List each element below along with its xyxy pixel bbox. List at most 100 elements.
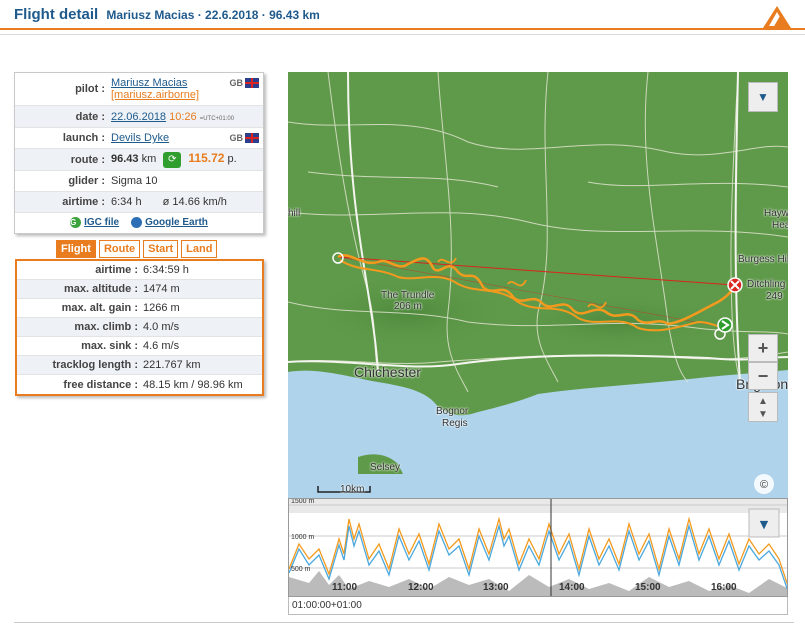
- zoom-out-button[interactable]: −: [748, 362, 778, 390]
- copyright-icon: ©: [760, 479, 768, 491]
- downs-shading: [298, 272, 518, 352]
- map-label-trundle-alt: 206 m: [394, 301, 422, 312]
- uk-flag-icon: [245, 78, 259, 88]
- map-canvas[interactable]: ©: [288, 72, 788, 498]
- zoom-in-button[interactable]: +: [748, 334, 778, 362]
- igc-download[interactable]: G IGC file: [70, 217, 119, 228]
- map-label-regis: Regis: [442, 418, 468, 429]
- igc-icon: G: [70, 217, 82, 228]
- time-label: 12:00: [408, 582, 434, 593]
- stat-label: max. altitude :: [64, 283, 138, 295]
- launch-marker-icon[interactable]: [717, 317, 733, 333]
- route-label: route :: [70, 153, 105, 166]
- downloads-row: G IGC file Google Earth: [15, 213, 263, 233]
- pilot-label: pilot :: [75, 83, 105, 95]
- page-title: Flight detail Mariusz Macias · 22.6.2018…: [14, 6, 320, 23]
- date-row: date : 22.06.2018 10:26 =UTC+01:00: [15, 106, 263, 128]
- route-row: route : 96.43 km ⟳ 115.72 p.: [15, 149, 263, 171]
- table-row: max. sink : 4.6 m/s: [17, 337, 262, 356]
- table-row: max. climb : 4.0 m/s: [17, 318, 262, 337]
- table-row: airtime : 6:34:59 h: [17, 261, 262, 280]
- detail-tabs: Flight Route Start Land: [56, 240, 218, 258]
- pan-control[interactable]: ▲ ▼: [748, 392, 778, 422]
- airtime-row: airtime : 6:34 h ø 14.66 km/h: [15, 192, 263, 213]
- stat-label: free distance :: [63, 378, 138, 391]
- google-earth-icon: [131, 217, 143, 228]
- y-axis-label: 500 m: [291, 566, 311, 573]
- layer-select-button[interactable]: ▼: [748, 82, 778, 112]
- date-link[interactable]: 22.06.2018: [111, 111, 166, 123]
- time-label: 13:00: [483, 582, 509, 593]
- route-type-icon[interactable]: ⟳: [163, 151, 182, 168]
- map-scale-label: 10km: [340, 484, 365, 495]
- airtime-value: 6:34 h: [111, 196, 142, 208]
- stat-value: 1474 m: [143, 283, 180, 295]
- time-label: 14:00: [559, 582, 585, 593]
- launch-label: launch :: [62, 132, 105, 144]
- map-label-bognor: Bognor: [436, 406, 469, 417]
- stat-value: 48.15 km / 98.96 km: [143, 378, 243, 391]
- title-sub: Mariusz Macias · 22.6.2018 · 96.43 km: [106, 8, 320, 22]
- table-row: free distance : 48.15 km / 98.96 km: [17, 375, 262, 394]
- page-header: Flight detail Mariusz Macias · 22.6.2018…: [0, 0, 805, 30]
- map-label-selsey: Selsey: [370, 462, 401, 473]
- bottom-divider: [14, 622, 794, 623]
- map-label-trundle: The Trundle: [381, 290, 435, 301]
- timezone: =UTC+01:00: [199, 115, 235, 122]
- profile-band: [289, 499, 787, 513]
- map-label-ditchling: Ditchling: [747, 279, 786, 290]
- table-row: max. altitude : 1474 m: [17, 280, 262, 299]
- launch-country-code: GB: [229, 133, 244, 143]
- map-label-burgess-hill: Burgess Hill: [738, 254, 788, 265]
- chevron-down-icon: ▼: [760, 518, 769, 531]
- time-label: 15:00: [635, 582, 661, 593]
- title-main: Flight detail: [14, 6, 99, 23]
- launch-country: GB: [229, 133, 259, 143]
- average-speed: ø 14.66 km/h: [162, 196, 227, 208]
- flight-info-card: pilot : Mariusz Macias [mariusz.airborne…: [14, 72, 264, 234]
- profile-footer: 01:00:00+01:00: [288, 597, 788, 615]
- stat-value: 4.6 m/s: [143, 340, 180, 352]
- y-axis-label: 1500 m: [291, 499, 315, 505]
- stat-value: 6:34:59 h: [143, 264, 189, 276]
- map-label-alt249: 249: [766, 291, 783, 302]
- tab-flight[interactable]: Flight: [56, 240, 96, 258]
- time-label: 16:00: [711, 582, 737, 593]
- route-distance: 96.43: [111, 153, 139, 166]
- map-label-hayw: Hayw: [764, 208, 788, 219]
- glider-value: Sigma 10: [111, 175, 158, 187]
- stat-label: max. climb :: [74, 321, 138, 333]
- tab-land[interactable]: Land: [181, 240, 218, 258]
- map-label-hill: hill: [288, 208, 301, 219]
- table-row: max. alt. gain : 1266 m: [17, 299, 262, 318]
- google-earth-link[interactable]: Google Earth: [145, 217, 208, 228]
- uk-flag-icon: [245, 133, 259, 143]
- stat-value: 4.0 m/s: [143, 321, 180, 333]
- glider-label: glider :: [68, 175, 105, 187]
- stat-value: 1266 m: [143, 302, 180, 314]
- launch-link[interactable]: Devils Dyke: [111, 132, 169, 144]
- stat-label: max. alt. gain :: [61, 302, 138, 314]
- stat-label: max. sink :: [81, 340, 138, 352]
- pilot-row: pilot : Mariusz Macias [mariusz.airborne…: [15, 73, 263, 106]
- header-divider: [0, 34, 805, 35]
- table-row: tracklog length : 221.767 km: [17, 356, 262, 375]
- pilot-handle-link[interactable]: [mariusz.airborne]: [111, 89, 263, 101]
- flight-stats-table: airtime : 6:34:59 h max. altitude : 1474 m…: [15, 259, 264, 396]
- igc-link[interactable]: IGC file: [84, 217, 119, 228]
- route-points-unit: p.: [227, 153, 237, 166]
- date-label: date :: [75, 110, 105, 123]
- logo-icon: [763, 6, 791, 28]
- tab-start[interactable]: Start: [143, 240, 179, 258]
- stat-label: tracklog length :: [52, 359, 138, 371]
- time-label: 11:00: [332, 582, 358, 593]
- stat-label: airtime :: [95, 264, 138, 276]
- pilot-country: GB: [229, 78, 259, 88]
- tab-route[interactable]: Route: [98, 240, 141, 258]
- map-label-chichester: Chichester: [354, 364, 421, 380]
- pilot-country-code: GB: [229, 78, 244, 88]
- map-label-hea: Hea: [772, 220, 788, 231]
- flight-map[interactable]: © Chichester The Trundle 206 m Bognor Re…: [288, 72, 788, 498]
- airtime-label: airtime :: [62, 196, 105, 208]
- google-earth-download[interactable]: Google Earth: [131, 217, 208, 228]
